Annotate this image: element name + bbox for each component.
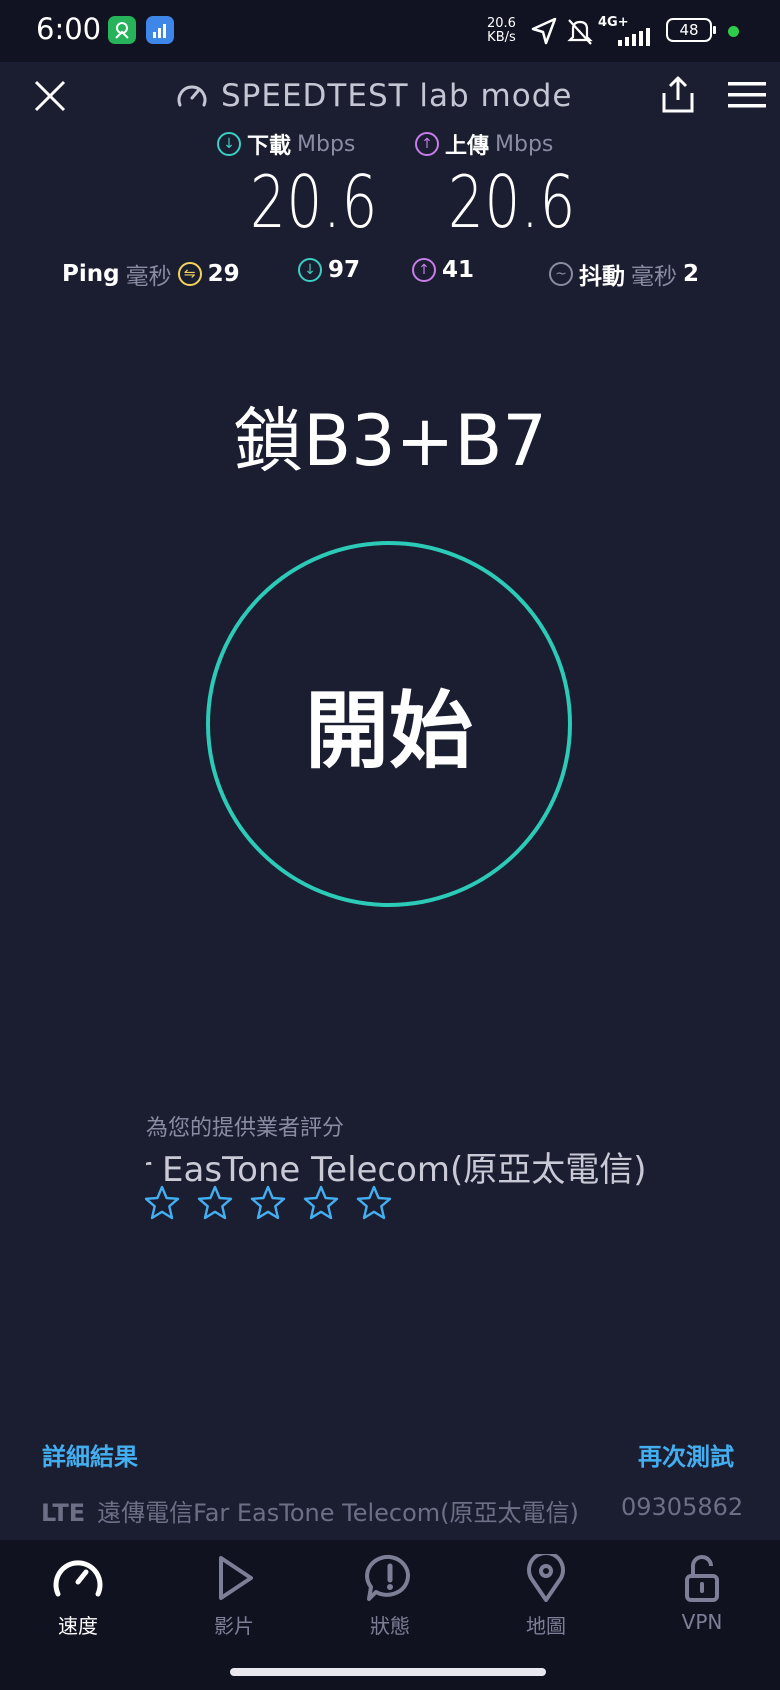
app-title: SPEEDTEST lab mode [175, 74, 572, 118]
rating-stars[interactable] [144, 1185, 392, 1221]
rate-provider-name-clip: Far EasTone Telecom(原亞太電信) [146, 1142, 666, 1191]
upload-label: 上傳 [445, 134, 490, 159]
star-icon[interactable] [144, 1185, 180, 1221]
network-tech-label: LTE [41, 1499, 86, 1527]
speedometer-icon [53, 1560, 103, 1597]
jitter-label: 抖動 [579, 264, 625, 290]
share-icon[interactable] [660, 76, 696, 114]
jitter-icon: ~ [549, 262, 573, 286]
map-pin-icon [527, 1551, 565, 1602]
upload-value: 20.6 [448, 160, 577, 244]
star-icon[interactable] [356, 1185, 392, 1221]
play-icon [219, 1556, 253, 1600]
signal-bars-icon [618, 28, 650, 46]
ping-upload-value: 41 [442, 257, 475, 283]
status-bar: 6:00 20.6 KB/s 4G+ 48 [0, 0, 780, 62]
jitter-value: 2 [683, 261, 700, 287]
jitter: ~ 抖動 毫秒 2 [549, 257, 699, 291]
app-title-text: SPEEDTEST lab mode [221, 78, 573, 114]
home-indicator[interactable] [230, 1668, 546, 1676]
privacy-dot [728, 26, 739, 37]
ping-download-icon: ↓ [298, 258, 322, 282]
tab-speed-label: 速度 [58, 1614, 98, 1638]
ping-label: Ping [62, 261, 120, 287]
tab-vpn[interactable]: VPN [642, 1554, 762, 1634]
detailed-results-link[interactable]: 詳細結果 [42, 1437, 138, 1472]
tab-status-label: 狀態 [370, 1614, 410, 1638]
menu-icon[interactable] [728, 80, 766, 110]
ping-unit: 毫秒 [125, 264, 172, 290]
download-label: 下載 [247, 134, 292, 159]
app-green-icon [108, 16, 136, 44]
tab-video[interactable]: 影片 [174, 1554, 294, 1639]
download-header: ↓ 下載 Mbps [217, 128, 355, 160]
location-arrow-icon [531, 17, 557, 45]
download-value: 20.6 [250, 160, 379, 244]
isp-line: LTE 遠傳電信Far EasTone Telecom(原亞太電信) 093058… [41, 1493, 741, 1528]
net-speed-unit: KB/s [487, 30, 516, 45]
retest-link[interactable]: 再次測試 [638, 1437, 734, 1472]
ping-idle-value: 29 [207, 261, 240, 287]
star-icon[interactable] [197, 1185, 233, 1221]
ping-upload: ↑ 41 [412, 257, 474, 283]
net-speed-value: 20.6 [487, 16, 516, 31]
app-blue-signal-icon [146, 16, 174, 44]
start-button[interactable]: 開始 [206, 541, 572, 907]
download-arrow-icon: ↓ [217, 132, 241, 156]
server-headline: 鎖B3+B7 [233, 400, 547, 482]
alert-bubble-icon [365, 1554, 410, 1601]
download-unit: Mbps [297, 131, 356, 157]
rate-provider-name: Far EasTone Telecom(原亞太電信) [146, 1150, 647, 1190]
bell-muted-icon [567, 19, 593, 45]
star-icon[interactable] [303, 1185, 339, 1221]
tab-map-label: 地圖 [526, 1614, 566, 1638]
tab-status[interactable]: 狀態 [330, 1554, 450, 1639]
ping-row: Ping 毫秒 ⇋ 29 ↓ 97 ↑ 41 ~ 抖動 毫秒 2 [0, 257, 780, 291]
speedometer-icon [177, 85, 207, 107]
upload-header: ↑ 上傳 Mbps [415, 128, 553, 160]
status-time: 6:00 [36, 12, 102, 46]
ping-download: ↓ 97 [298, 257, 360, 283]
tab-vpn-label: VPN [681, 1610, 723, 1634]
ping-idle-icon: ⇋ [177, 262, 202, 286]
battery-indicator: 48 [666, 18, 716, 42]
close-icon[interactable] [32, 78, 68, 114]
ping-upload-icon: ↑ [412, 258, 436, 282]
isp-provider: 遠傳電信Far EasTone Telecom(原亞太電信) [97, 1499, 579, 1527]
ping-idle: Ping 毫秒 ⇋ 29 [62, 257, 240, 291]
lock-open-icon [685, 1555, 719, 1602]
upload-unit: Mbps [495, 131, 554, 157]
rate-provider-label: 為您的提供業者評分 [146, 1116, 345, 1141]
isp-phone: 0930586282 [621, 1493, 741, 1521]
upload-arrow-icon: ↑ [415, 132, 439, 156]
ping-download-value: 97 [328, 257, 361, 283]
net-speed: 20.6 KB/s [487, 17, 516, 45]
star-icon[interactable] [250, 1185, 286, 1221]
tab-speed[interactable]: 速度 [18, 1554, 138, 1639]
start-button-label: 開始 [304, 681, 473, 780]
tab-video-label: 影片 [214, 1614, 254, 1638]
jitter-unit: 毫秒 [631, 264, 677, 290]
tab-map[interactable]: 地圖 [486, 1551, 606, 1639]
